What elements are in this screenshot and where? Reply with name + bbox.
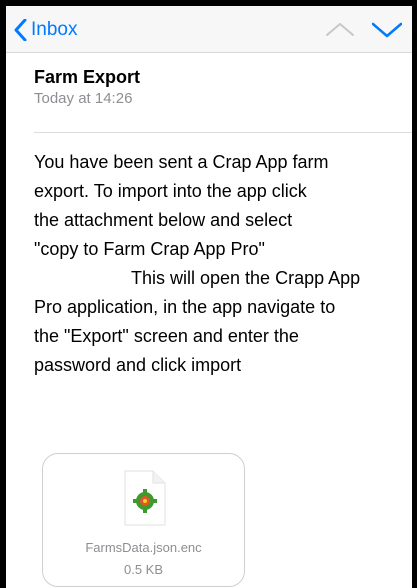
message-date: Today at 14:26 [34, 90, 133, 107]
body-line: "copy to Farm Crap App Pro" [34, 239, 265, 259]
body-line: password and click import [34, 355, 242, 375]
previous-message-button[interactable] [326, 22, 354, 41]
attachment-size: 0.5 KB [123, 562, 164, 577]
body-line: You have been sent a Crap App farm [34, 152, 329, 172]
header-divider [34, 132, 412, 133]
attachment-tile[interactable]: FarmsData.json.enc 0.5 KB [42, 453, 245, 587]
back-label: Inbox [31, 19, 78, 40]
next-message-button[interactable] [371, 22, 403, 43]
chevron-up-icon [326, 23, 354, 36]
document-icon [124, 470, 166, 531]
message-body: You have been sent a Crap App farm expor… [34, 148, 406, 380]
body-line: Pro application, in the app navigate to [34, 297, 336, 317]
back-to-inbox-button[interactable]: Inbox [14, 18, 77, 42]
body-line: export. To import into the app click [34, 181, 307, 201]
attachment-filename: FarmsData.json.enc [85, 540, 202, 555]
chevron-left-icon [14, 19, 27, 41]
message-subject: Farm Export [34, 67, 141, 87]
chevron-down-icon [371, 22, 403, 38]
navigation-bar: Inbox [6, 6, 412, 53]
body-line: the attachment below and select [34, 210, 293, 230]
message-header: Farm Export Today at 14:26 [34, 66, 404, 109]
body-line: the "Export" screen and enter the [34, 326, 299, 346]
body-line: This will open the Crapp App [131, 268, 361, 288]
mail-screen: Inbox Farm Export Today at 14:26 You hav… [6, 6, 412, 588]
